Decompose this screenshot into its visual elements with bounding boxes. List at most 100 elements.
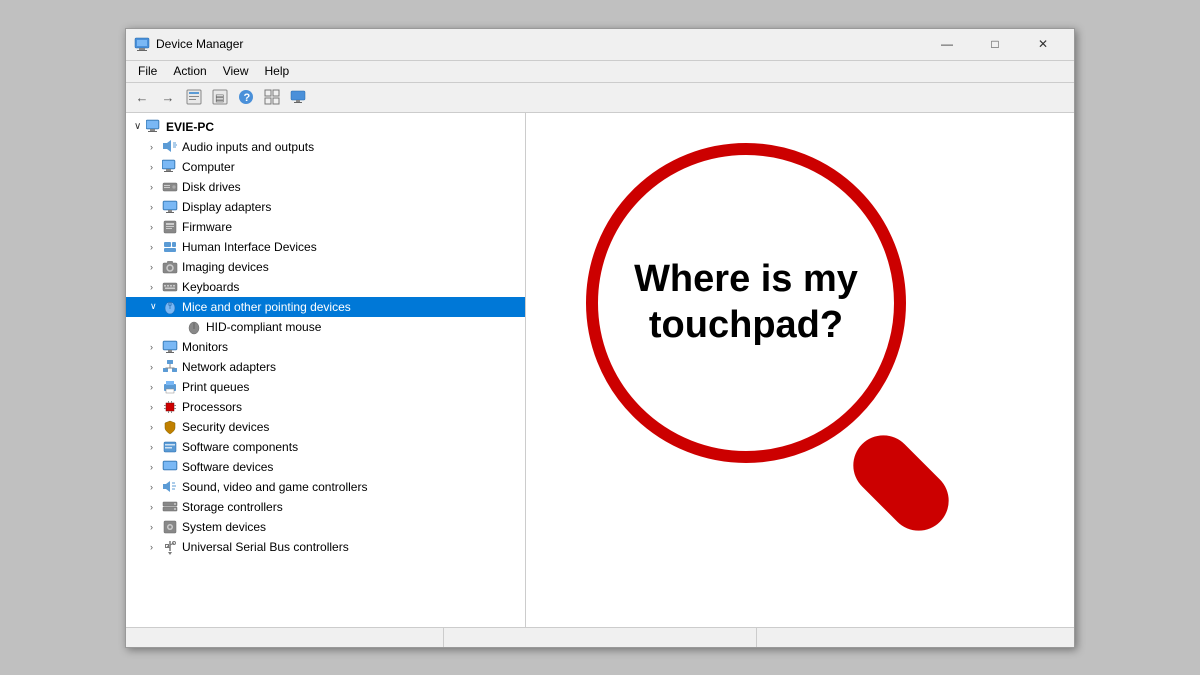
usb-icon [162, 539, 178, 555]
processor-label: Processors [182, 400, 242, 414]
magnifier: Where is my touchpad? [586, 143, 966, 523]
monitors-arrow: › [150, 342, 162, 352]
network-arrow: › [150, 362, 162, 372]
tree-computer[interactable]: › Computer [126, 157, 525, 177]
storage-arrow: › [150, 502, 162, 512]
magnifier-line2: touchpad? [649, 304, 843, 346]
disk-arrow: › [150, 182, 162, 192]
monitors-icon [162, 339, 178, 355]
imaging-icon [162, 259, 178, 275]
tree-security[interactable]: › Security devices [126, 417, 525, 437]
disk-icon [162, 179, 178, 195]
title-bar: Device Manager — □ ✕ [126, 29, 1074, 61]
tree-software-devices[interactable]: › Software devices [126, 457, 525, 477]
menu-bar: File Action View Help [126, 61, 1074, 83]
mice-arrow: ∨ [150, 301, 162, 312]
device-tree[interactable]: ∨ EVIE-PC › Audio inputs and outputs › [126, 113, 526, 627]
sw-comp-label: Software components [182, 440, 298, 454]
print-label: Print queues [182, 380, 249, 394]
minimize-button[interactable]: — [924, 29, 970, 59]
tree-keyboard[interactable]: › Keyboards [126, 277, 525, 297]
storage-label: Storage controllers [182, 500, 283, 514]
tree-firmware[interactable]: › Firmware [126, 217, 525, 237]
properties-button[interactable] [182, 85, 206, 109]
help-button[interactable]: ? [234, 85, 258, 109]
imaging-label: Imaging devices [182, 260, 269, 274]
storage-icon [162, 499, 178, 515]
mice-label: Mice and other pointing devices [182, 300, 351, 314]
tree-system[interactable]: › System devices [126, 517, 525, 537]
processor-arrow: › [150, 402, 162, 412]
tree-processor[interactable]: › Processors [126, 397, 525, 417]
app-icon [134, 36, 150, 52]
close-button[interactable]: ✕ [1020, 29, 1066, 59]
magnifier-circle: Where is my touchpad? [586, 143, 906, 463]
update-driver-button[interactable]: ▤ [208, 85, 232, 109]
svg-text:▤: ▤ [215, 93, 224, 104]
keyboard-label: Keyboards [182, 280, 239, 294]
window-title: Device Manager [156, 37, 924, 51]
tree-usb[interactable]: › Universal Serial Bus controllers [126, 537, 525, 557]
monitors-label: Monitors [182, 340, 228, 354]
root-arrow: ∨ [134, 121, 146, 132]
sound-icon [162, 479, 178, 495]
menu-file[interactable]: File [130, 62, 165, 80]
disk-label: Disk drives [182, 180, 241, 194]
tree-storage[interactable]: › Storage controllers [126, 497, 525, 517]
keyboard-icon [162, 279, 178, 295]
usb-arrow: › [150, 542, 162, 552]
hid-arrow: › [150, 242, 162, 252]
tree-hid-mouse[interactable]: HID-compliant mouse [126, 317, 525, 337]
magnifier-line1: Where is my [634, 258, 858, 300]
print-arrow: › [150, 382, 162, 392]
tree-root[interactable]: ∨ EVIE-PC [126, 117, 525, 137]
sw-dev-arrow: › [150, 462, 162, 472]
content-area: ∨ EVIE-PC › Audio inputs and outputs › [126, 113, 1074, 627]
tree-audio[interactable]: › Audio inputs and outputs [126, 137, 525, 157]
tree-sound[interactable]: › Sound, video and game controllers [126, 477, 525, 497]
hid-mouse-label: HID-compliant mouse [206, 320, 321, 334]
sound-label: Sound, video and game controllers [182, 480, 367, 494]
tree-network[interactable]: › Network adapters [126, 357, 525, 377]
hid-label: Human Interface Devices [182, 240, 317, 254]
display-label: Display adapters [182, 200, 271, 214]
audio-arrow: › [150, 142, 162, 152]
forward-button[interactable]: → [156, 85, 180, 109]
tree-hid[interactable]: › Human Interface Devices [126, 237, 525, 257]
maximize-button[interactable]: □ [972, 29, 1018, 59]
tree-mice[interactable]: ∨ Mice and other pointing devices [126, 297, 525, 317]
status-segment-3 [757, 628, 1070, 647]
print-icon [162, 379, 178, 395]
menu-action[interactable]: Action [165, 62, 214, 80]
audio-label: Audio inputs and outputs [182, 140, 314, 154]
svg-text:?: ? [244, 92, 251, 104]
status-segment-1 [130, 628, 444, 647]
system-label: System devices [182, 520, 266, 534]
tree-software-components[interactable]: › Software components [126, 437, 525, 457]
tree-print[interactable]: › Print queues [126, 377, 525, 397]
firmware-arrow: › [150, 222, 162, 232]
grid-button[interactable] [260, 85, 284, 109]
tree-disk[interactable]: › Disk drives [126, 177, 525, 197]
tree-display[interactable]: › Display adapters [126, 197, 525, 217]
processor-icon [162, 399, 178, 415]
system-arrow: › [150, 522, 162, 532]
sw-comp-arrow: › [150, 442, 162, 452]
computer-icon [146, 119, 162, 135]
computer-arrow: › [150, 162, 162, 172]
sw-comp-icon [162, 439, 178, 455]
monitor-button[interactable] [286, 85, 310, 109]
firmware-icon [162, 219, 178, 235]
device-manager-window: Device Manager — □ ✕ File Action View He… [125, 28, 1075, 648]
tree-monitors[interactable]: › Monitors [126, 337, 525, 357]
audio-icon [162, 139, 178, 155]
back-button[interactable]: ← [130, 85, 154, 109]
menu-view[interactable]: View [215, 62, 257, 80]
tree-imaging[interactable]: › Imaging devices [126, 257, 525, 277]
sound-arrow: › [150, 482, 162, 492]
status-segment-2 [444, 628, 758, 647]
menu-help[interactable]: Help [257, 62, 298, 80]
imaging-arrow: › [150, 262, 162, 272]
network-label: Network adapters [182, 360, 276, 374]
security-icon [162, 419, 178, 435]
